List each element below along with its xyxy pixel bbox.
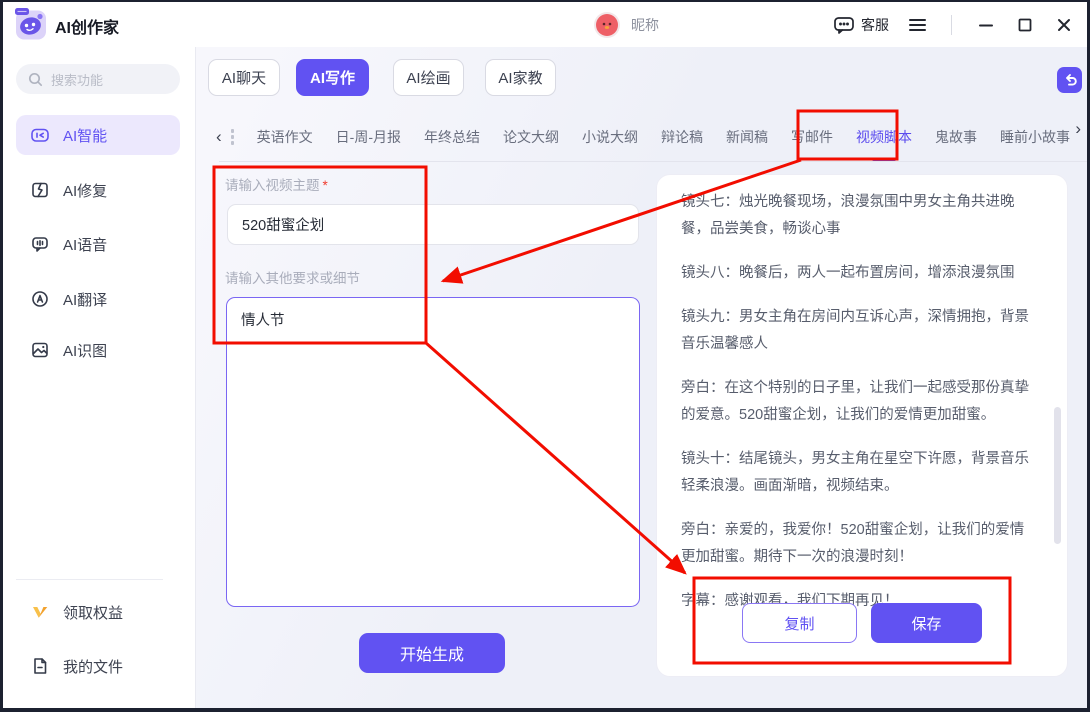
app-title: AI创作家 xyxy=(55,14,119,38)
sidebar-item-label: 领取权益 xyxy=(63,602,123,623)
tab-ai-writing[interactable]: AI写作 xyxy=(296,59,369,96)
search-placeholder: 搜索功能 xyxy=(51,70,103,89)
sidebar-item-label: AI修复 xyxy=(63,180,107,201)
drag-handle-icon xyxy=(231,129,234,145)
sidebar-item-label: AI语音 xyxy=(63,234,107,255)
hamburger-menu-button[interactable] xyxy=(906,12,928,38)
undo-icon xyxy=(1062,73,1078,87)
sidebar-item-ai-voice[interactable]: AI语音 xyxy=(16,224,180,264)
document-icon xyxy=(30,656,50,676)
vip-benefits-icon xyxy=(30,602,50,622)
ai-image-icon xyxy=(30,340,50,360)
sidebar-item-label: AI智能 xyxy=(63,125,107,146)
sidebar-item-ai-repair[interactable]: AI修复 xyxy=(16,170,180,210)
ai-voice-icon xyxy=(30,234,50,254)
topic-label: 请输入视频主题* xyxy=(225,174,328,194)
scroll-right-icon[interactable]: › xyxy=(1075,119,1081,139)
generate-button[interactable]: 开始生成 xyxy=(359,633,505,673)
close-button[interactable] xyxy=(1053,12,1075,38)
generated-script: 镜头七：烛光晚餐现场，浪漫氛围中男女主角共进晚餐，品尝美食，畅谈心事 镜头八：晚… xyxy=(657,175,1067,615)
category-novel-outline[interactable]: 小说大纲 xyxy=(582,127,638,147)
tab-ai-chat[interactable]: AI聊天 xyxy=(208,59,280,96)
sidebar-item-label: 我的文件 xyxy=(63,656,123,677)
copy-button[interactable]: 复制 xyxy=(742,603,857,643)
video-topic-input[interactable]: 520甜蜜企划 xyxy=(227,204,639,245)
result-panel: 镜头七：烛光晚餐现场，浪漫氛围中男女主角共进晚餐，品尝美食，畅谈心事 镜头八：晚… xyxy=(656,174,1068,677)
support-button[interactable]: 客服 xyxy=(833,15,889,35)
script-paragraph: 镜头七：烛光晚餐现场，浪漫氛围中男女主角共进晚餐，品尝美食，畅谈心事 xyxy=(681,189,1035,243)
app-window: AI创作家 昵称 xyxy=(0,0,1090,712)
category-english-essay[interactable]: 英语作文 xyxy=(257,127,313,147)
tab-label: AI聊天 xyxy=(222,67,266,88)
category-video-script[interactable]: 视频脚本 xyxy=(856,127,912,147)
required-mark: * xyxy=(323,178,328,193)
category-email[interactable]: 写邮件 xyxy=(791,127,833,147)
save-button[interactable]: 保存 xyxy=(871,603,982,643)
titlebar-separator xyxy=(951,15,952,35)
maximize-button[interactable] xyxy=(1014,12,1036,38)
ai-smart-icon xyxy=(30,125,50,145)
search-input[interactable]: 搜索功能 xyxy=(16,64,180,94)
panel-scrollbar[interactable] xyxy=(1054,407,1061,544)
script-paragraph: 镜头八：晚餐后，两人一起布置房间，增添浪漫氛围 xyxy=(681,260,1035,287)
minimize-button[interactable] xyxy=(975,12,997,38)
sidebar-item-label: AI识图 xyxy=(63,340,107,361)
category-divider xyxy=(219,161,1088,162)
undo-button[interactable] xyxy=(1057,67,1082,93)
category-ghost-story[interactable]: 鬼故事 xyxy=(935,127,977,147)
scroll-left-icon[interactable]: ‹ xyxy=(216,127,222,147)
tab-label: AI家教 xyxy=(498,67,542,88)
main-area: AI聊天 AI写作 AI绘画 AI家教 ‹ 英语作文 日-周-月报 年终总结 xyxy=(196,47,1087,708)
search-icon xyxy=(28,72,43,87)
category-news[interactable]: 新闻稿 xyxy=(726,127,768,147)
script-paragraph: 镜头九：男女主角在房间内互诉心声，深情拥抱，背景音乐温馨感人 xyxy=(681,304,1035,358)
user-account[interactable]: 昵称 xyxy=(594,2,659,47)
details-textarea[interactable]: 情人节 xyxy=(226,297,640,607)
category-daily-report[interactable]: 日-周-月报 xyxy=(336,127,401,147)
sidebar-item-label: AI翻译 xyxy=(63,289,107,310)
title-bar: AI创作家 昵称 xyxy=(3,2,1087,47)
category-bedtime-story[interactable]: 睡前小故事 xyxy=(1000,127,1070,147)
tab-ai-tutor[interactable]: AI家教 xyxy=(485,59,556,96)
sidebar: 搜索功能 AI智能 AI修复 xyxy=(3,47,196,708)
script-paragraph: 旁白：亲爱的，我爱你！520甜蜜企划，让我们的爱情更加甜蜜。期待下一次的浪漫时刻… xyxy=(681,517,1035,571)
category-year-summary[interactable]: 年终总结 xyxy=(424,127,480,147)
user-nickname: 昵称 xyxy=(631,15,659,35)
tab-label: AI写作 xyxy=(310,67,355,88)
ai-translate-icon xyxy=(30,289,50,309)
script-paragraph: 镜头十：结尾镜头，男女主角在星空下许愿，背景音乐轻柔浪漫。画面渐暗，视频结束。 xyxy=(681,446,1035,500)
support-label: 客服 xyxy=(861,15,889,35)
script-paragraph: 旁白：在这个特别的日子里，让我们一起感受那份真挚的爱意。520甜蜜企划，让我们的… xyxy=(681,375,1035,429)
avatar xyxy=(594,12,620,38)
video-topic-value: 520甜蜜企划 xyxy=(242,214,324,235)
sidebar-item-benefits[interactable]: 领取权益 xyxy=(16,592,180,632)
sidebar-item-my-files[interactable]: 我的文件 xyxy=(16,646,180,686)
sidebar-item-ai-image[interactable]: AI识图 xyxy=(16,330,180,370)
sidebar-item-ai-smart[interactable]: AI智能 xyxy=(16,115,180,155)
tab-ai-drawing[interactable]: AI绘画 xyxy=(393,59,464,96)
app-logo-icon xyxy=(15,8,47,40)
sidebar-item-ai-translate[interactable]: AI翻译 xyxy=(16,279,180,319)
sidebar-divider xyxy=(16,579,163,580)
category-tabs: ‹ 英语作文 日-周-月报 年终总结 论文大纲 小说大纲 辩论稿 新闻稿 写邮件… xyxy=(216,112,1078,161)
tab-label: AI绘画 xyxy=(406,67,450,88)
ai-repair-icon xyxy=(30,180,50,200)
category-paper-outline[interactable]: 论文大纲 xyxy=(503,127,559,147)
details-value: 情人节 xyxy=(241,313,285,329)
chat-bubble-icon xyxy=(833,15,855,35)
details-label: 请输入其他要求或细节 xyxy=(225,267,360,287)
category-debate[interactable]: 辩论稿 xyxy=(661,127,703,147)
